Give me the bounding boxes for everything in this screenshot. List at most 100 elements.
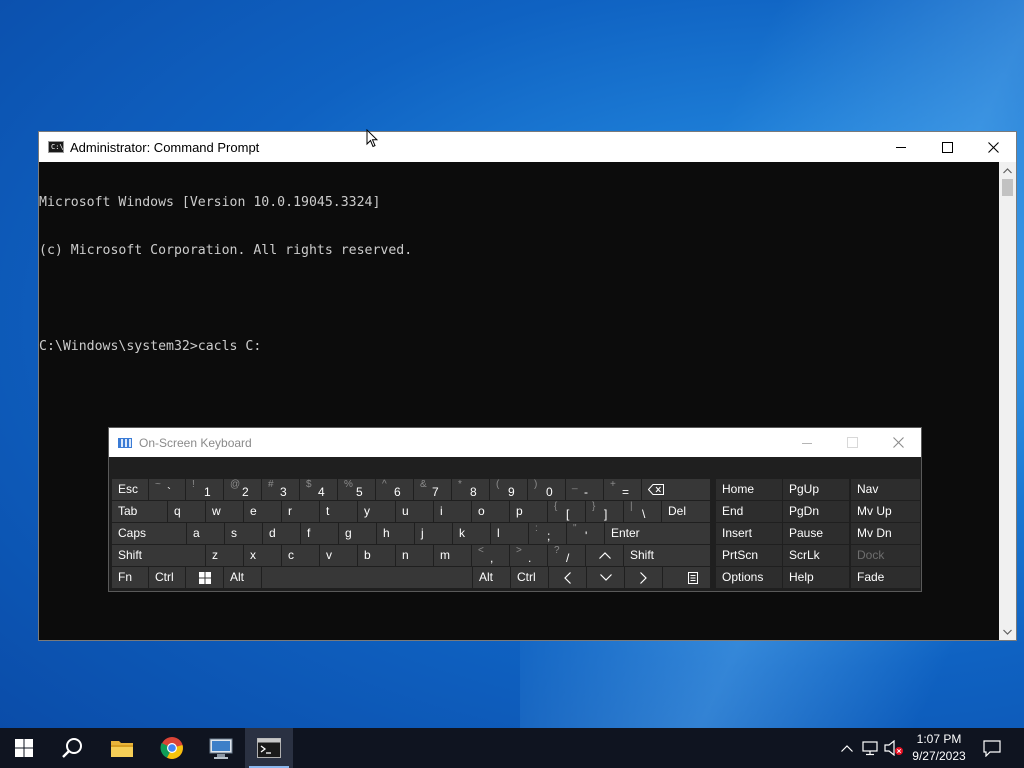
- key-j[interactable]: j: [415, 523, 452, 544]
- cmd-titlebar[interactable]: C:\ Administrator: Command Prompt: [39, 132, 1016, 162]
- key-quote[interactable]: " ': [567, 523, 604, 544]
- key-i[interactable]: i: [434, 501, 471, 522]
- key-3[interactable]: #3: [262, 479, 299, 500]
- key-8[interactable]: * 8: [452, 479, 489, 500]
- key-y[interactable]: y: [358, 501, 395, 522]
- key-pause[interactable]: Pause: [783, 523, 849, 544]
- key-equals[interactable]: + =: [604, 479, 641, 500]
- key-ctrl-left[interactable]: Ctrl: [149, 567, 185, 588]
- key-m[interactable]: m: [434, 545, 471, 566]
- key-4[interactable]: $4: [300, 479, 337, 500]
- key-space[interactable]: [262, 567, 472, 588]
- key-alt-right[interactable]: Alt: [473, 567, 510, 588]
- key-mv-dn[interactable]: Mv Dn: [851, 523, 920, 544]
- key-7[interactable]: & 7: [414, 479, 451, 500]
- minimize-button[interactable]: [878, 132, 924, 162]
- key-comma[interactable]: <,: [472, 545, 509, 566]
- key-nav[interactable]: Nav: [851, 479, 920, 500]
- scroll-down-button[interactable]: [999, 623, 1016, 640]
- key-tab[interactable]: Tab: [112, 501, 167, 522]
- key-esc[interactable]: Esc: [112, 479, 148, 500]
- key-shift-left[interactable]: Shift: [112, 545, 205, 566]
- key-slash[interactable]: ? /: [548, 545, 585, 566]
- key-r[interactable]: r: [282, 501, 319, 522]
- network-status-button[interactable]: [861, 738, 881, 758]
- key-d[interactable]: d: [263, 523, 300, 544]
- key-v[interactable]: v: [320, 545, 357, 566]
- osk-maximize-button[interactable]: [829, 428, 875, 457]
- key-backtick[interactable]: ~ `: [149, 479, 185, 500]
- key-k[interactable]: k: [453, 523, 490, 544]
- osk-titlebar[interactable]: On-Screen Keyboard: [109, 428, 921, 457]
- key-arrow-up[interactable]: [586, 545, 623, 566]
- key-q[interactable]: q: [168, 501, 205, 522]
- key-options[interactable]: Options: [716, 567, 782, 588]
- command-prompt-taskbar-button[interactable]: [245, 728, 293, 768]
- key-6[interactable]: ^ 6: [376, 479, 413, 500]
- key-w[interactable]: w: [206, 501, 243, 522]
- key-x[interactable]: x: [244, 545, 281, 566]
- scrollbar-thumb[interactable]: [1002, 179, 1013, 196]
- key-scrlk[interactable]: ScrLk: [783, 545, 849, 566]
- key-minus[interactable]: _ -: [566, 479, 603, 500]
- key-0[interactable]: ) 0: [528, 479, 565, 500]
- key-h[interactable]: h: [377, 523, 414, 544]
- key-g[interactable]: g: [339, 523, 376, 544]
- key-z[interactable]: z: [206, 545, 243, 566]
- file-explorer-button[interactable]: [98, 728, 146, 768]
- key-p[interactable]: p: [510, 501, 547, 522]
- osk-minimize-button[interactable]: [784, 428, 830, 457]
- key-arrow-right[interactable]: [625, 567, 662, 588]
- key-mv-up[interactable]: Mv Up: [851, 501, 920, 522]
- close-button[interactable]: [970, 132, 1016, 162]
- key-windows[interactable]: [186, 567, 223, 588]
- vertical-scrollbar[interactable]: [999, 162, 1016, 640]
- key-help[interactable]: Help: [783, 567, 849, 588]
- key-insert[interactable]: Insert: [716, 523, 782, 544]
- chrome-button[interactable]: [148, 728, 196, 768]
- key-2[interactable]: @2: [224, 479, 261, 500]
- volume-button[interactable]: [884, 738, 904, 758]
- key-t[interactable]: t: [320, 501, 357, 522]
- scroll-up-button[interactable]: [999, 162, 1016, 179]
- key-n[interactable]: n: [396, 545, 433, 566]
- key-c[interactable]: c: [282, 545, 319, 566]
- key-1[interactable]: ! 1: [186, 479, 223, 500]
- key-backslash[interactable]: | \: [624, 501, 661, 522]
- action-center-button[interactable]: [982, 738, 1002, 758]
- key-e[interactable]: e: [244, 501, 281, 522]
- osk-close-button[interactable]: [875, 428, 921, 457]
- key-shift-right[interactable]: Shift: [624, 545, 710, 566]
- key-alt-left[interactable]: Alt: [224, 567, 261, 588]
- key-u[interactable]: u: [396, 501, 433, 522]
- key-o[interactable]: o: [472, 501, 509, 522]
- taskbar[interactable]: 1:07 PM 9/27/2023: [0, 728, 1024, 768]
- key-arrow-down[interactable]: [587, 567, 624, 588]
- key-pgup[interactable]: PgUp: [783, 479, 849, 500]
- key-right-bracket[interactable]: }]: [586, 501, 623, 522]
- key-f[interactable]: f: [301, 523, 338, 544]
- key-9[interactable]: (9: [490, 479, 527, 500]
- key-dock[interactable]: Dock: [851, 545, 920, 566]
- key-left-bracket[interactable]: {[: [548, 501, 585, 522]
- start-button[interactable]: [0, 728, 48, 768]
- key-b[interactable]: b: [358, 545, 395, 566]
- key-enter[interactable]: Enter: [605, 523, 710, 544]
- key-backspace[interactable]: [642, 479, 710, 500]
- key-a[interactable]: a: [187, 523, 224, 544]
- key-caps[interactable]: Caps: [112, 523, 186, 544]
- clock[interactable]: 1:07 PM 9/27/2023: [905, 731, 973, 765]
- on-screen-keyboard-window[interactable]: On-Screen Keyboard Esc ~ ` ! 1 @2 #3 $4 % 5…: [108, 427, 922, 592]
- key-arrow-left[interactable]: [549, 567, 586, 588]
- key-5[interactable]: % 5: [338, 479, 375, 500]
- key-fade[interactable]: Fade: [851, 567, 920, 588]
- search-button[interactable]: [48, 728, 96, 768]
- key-ctrl-right[interactable]: Ctrl: [511, 567, 548, 588]
- show-hidden-icons-button[interactable]: [837, 738, 857, 758]
- key-end[interactable]: End: [716, 501, 782, 522]
- remote-desktop-button[interactable]: [197, 728, 245, 768]
- key-del[interactable]: Del: [662, 501, 710, 522]
- key-l[interactable]: l: [491, 523, 528, 544]
- key-menu[interactable]: [663, 567, 710, 588]
- key-pgdn[interactable]: PgDn: [783, 501, 849, 522]
